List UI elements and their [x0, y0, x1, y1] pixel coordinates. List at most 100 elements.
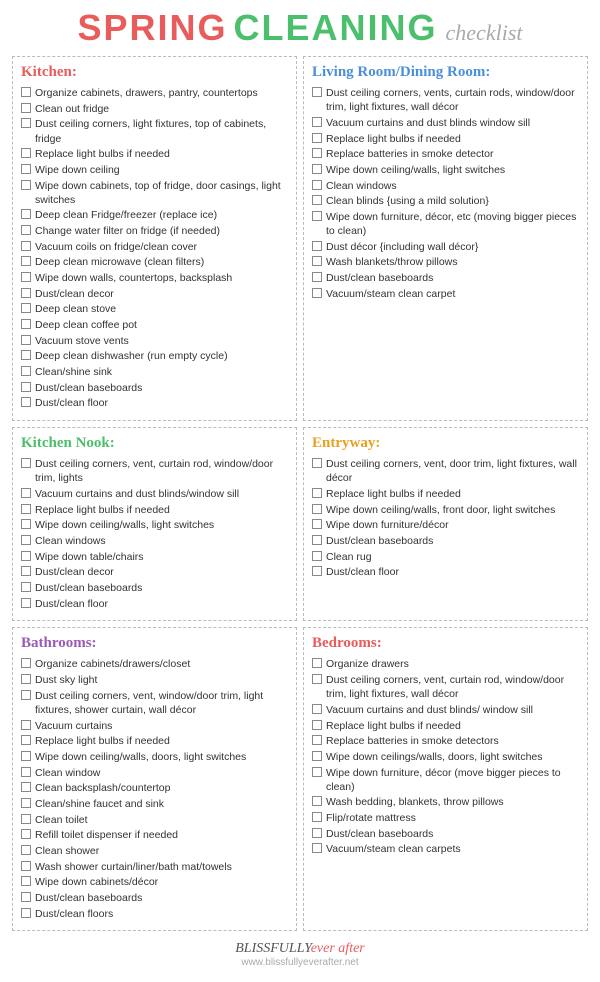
checkbox[interactable]	[21, 535, 31, 545]
checkbox[interactable]	[21, 180, 31, 190]
list-item: Replace batteries in smoke detector	[312, 147, 579, 161]
checkbox[interactable]	[312, 812, 322, 822]
checkbox[interactable]	[21, 908, 31, 918]
list-item: Wipe down table/chairs	[21, 550, 288, 564]
list-item: Dust sky light	[21, 673, 288, 687]
checkbox[interactable]	[21, 397, 31, 407]
checkbox[interactable]	[312, 256, 322, 266]
checkbox[interactable]	[21, 148, 31, 158]
checkbox[interactable]	[312, 704, 322, 714]
checkbox[interactable]	[312, 117, 322, 127]
list-item: Wipe down cabinets, top of fridge, door …	[21, 179, 288, 207]
checkbox[interactable]	[21, 582, 31, 592]
checkbox[interactable]	[21, 303, 31, 313]
checkbox[interactable]	[312, 751, 322, 761]
checkbox[interactable]	[21, 225, 31, 235]
checkbox[interactable]	[21, 876, 31, 886]
checkbox[interactable]	[21, 782, 31, 792]
checkbox[interactable]	[21, 519, 31, 529]
checkbox[interactable]	[21, 845, 31, 855]
checkbox[interactable]	[21, 458, 31, 468]
checkbox[interactable]	[21, 256, 31, 266]
checkbox[interactable]	[21, 767, 31, 777]
checkbox[interactable]	[312, 164, 322, 174]
checkbox[interactable]	[21, 209, 31, 219]
checkbox[interactable]	[21, 861, 31, 871]
checkbox[interactable]	[312, 241, 322, 251]
footer-blissfully: BLISSFULLYever after	[235, 941, 365, 956]
checkbox[interactable]	[312, 488, 322, 498]
list-item: Organize cabinets, drawers, pantry, coun…	[21, 86, 288, 100]
checkbox[interactable]	[21, 272, 31, 282]
checkbox[interactable]	[312, 211, 322, 221]
checkbox[interactable]	[21, 504, 31, 514]
checkbox[interactable]	[21, 674, 31, 684]
checkbox[interactable]	[21, 892, 31, 902]
checkbox[interactable]	[21, 241, 31, 251]
list-item: Vacuum stove vents	[21, 334, 288, 348]
checkbox[interactable]	[312, 735, 322, 745]
checkbox[interactable]	[312, 519, 322, 529]
checkbox[interactable]	[312, 843, 322, 853]
list-item: Replace light bulbs if needed	[21, 147, 288, 161]
checkbox[interactable]	[21, 118, 31, 128]
checkbox[interactable]	[312, 458, 322, 468]
checkbox[interactable]	[21, 382, 31, 392]
checkbox[interactable]	[312, 133, 322, 143]
list-item: Dust/clean floor	[312, 565, 579, 579]
checkbox[interactable]	[21, 335, 31, 345]
checkbox[interactable]	[312, 767, 322, 777]
checkbox[interactable]	[21, 690, 31, 700]
bathrooms-title: Bathrooms:	[21, 635, 288, 652]
checkbox[interactable]	[21, 720, 31, 730]
checkbox[interactable]	[312, 180, 322, 190]
checkbox[interactable]	[21, 103, 31, 113]
checkbox[interactable]	[21, 366, 31, 376]
checkbox[interactable]	[312, 674, 322, 684]
list-item: Refill toilet dispenser if needed	[21, 828, 288, 842]
list-item: Vacuum curtains and dust blinds window s…	[312, 116, 579, 130]
checkbox[interactable]	[21, 164, 31, 174]
list-item: Dust/clean floor	[21, 396, 288, 410]
checkbox[interactable]	[21, 319, 31, 329]
list-item: Wipe down ceiling/walls, front door, lig…	[312, 503, 579, 517]
checkbox[interactable]	[312, 148, 322, 158]
checkbox[interactable]	[21, 488, 31, 498]
checkbox[interactable]	[21, 829, 31, 839]
checkbox[interactable]	[21, 350, 31, 360]
checkbox[interactable]	[21, 798, 31, 808]
checkbox[interactable]	[21, 566, 31, 576]
checkbox[interactable]	[21, 814, 31, 824]
checkbox[interactable]	[21, 658, 31, 668]
checkbox[interactable]	[312, 658, 322, 668]
checkbox[interactable]	[312, 566, 322, 576]
checkbox[interactable]	[312, 272, 322, 282]
bedrooms-title: Bedrooms:	[312, 635, 579, 652]
checkbox[interactable]	[21, 598, 31, 608]
checkbox[interactable]	[312, 195, 322, 205]
checkbox[interactable]	[312, 535, 322, 545]
list-item: Dust/clean floors	[21, 907, 288, 921]
checkbox[interactable]	[21, 87, 31, 97]
checkbox[interactable]	[21, 551, 31, 561]
checkbox[interactable]	[312, 796, 322, 806]
checkbox[interactable]	[312, 504, 322, 514]
page-header: SPRINGCLEANINGchecklist	[12, 10, 588, 46]
checkbox[interactable]	[312, 551, 322, 561]
checkbox[interactable]	[312, 720, 322, 730]
list-item: Dust/clean decor	[21, 565, 288, 579]
list-item: Deep clean coffee pot	[21, 318, 288, 332]
footer: BLISSFULLYever after www.blissfullyevera…	[12, 941, 588, 968]
list-item: Clean blinds {using a mild solution}	[312, 194, 579, 208]
checkbox[interactable]	[21, 751, 31, 761]
checkbox[interactable]	[21, 288, 31, 298]
checkbox[interactable]	[312, 288, 322, 298]
checkbox[interactable]	[312, 87, 322, 97]
checkbox[interactable]	[312, 828, 322, 838]
footer-ever-after: ever after	[311, 941, 365, 956]
checkbox[interactable]	[21, 735, 31, 745]
list-item: Wipe down ceiling/walls, light switches	[312, 163, 579, 177]
list-item: Vacuum coils on fridge/clean cover	[21, 240, 288, 254]
kitchen-title: Kitchen:	[21, 64, 288, 81]
list-item: Wipe down ceiling/walls, light switches	[21, 518, 288, 532]
